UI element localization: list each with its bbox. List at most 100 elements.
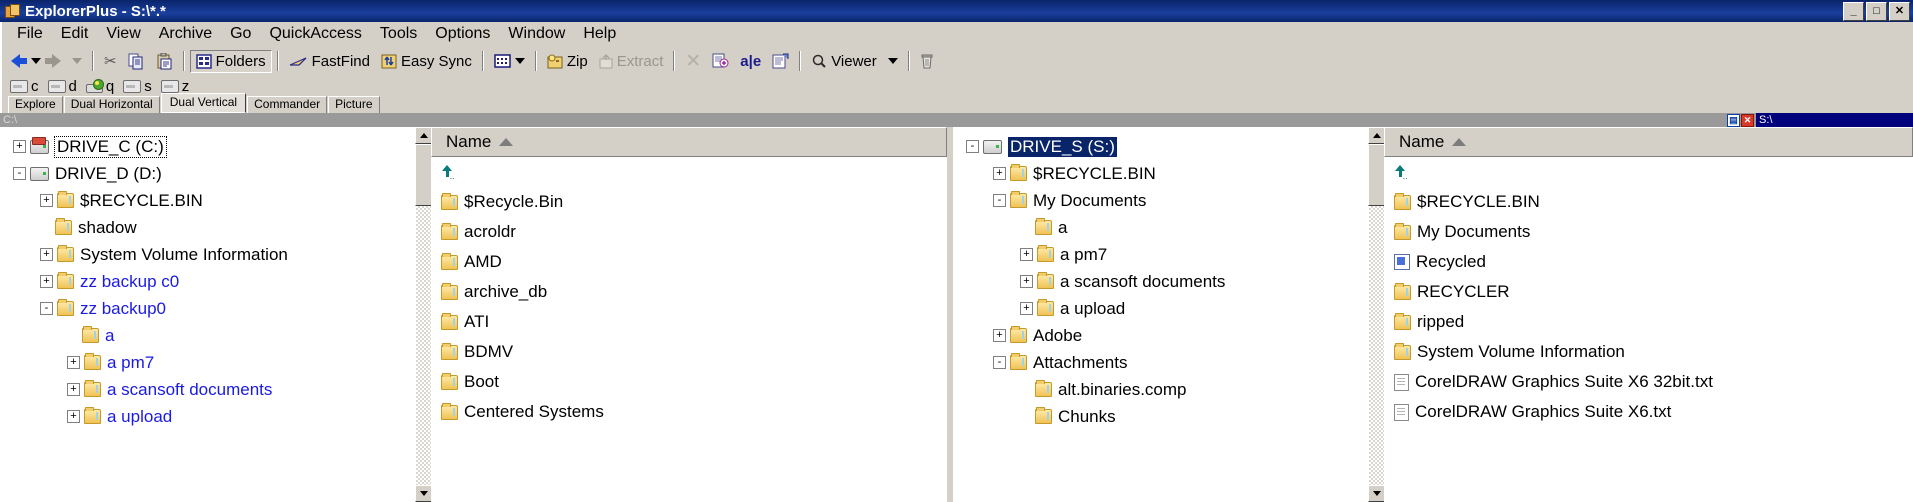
- maximize-button[interactable]: □: [1866, 2, 1887, 21]
- drive-button-q[interactable]: q: [86, 78, 120, 95]
- expander-plus-icon[interactable]: +: [1020, 275, 1033, 288]
- restore-icon[interactable]: ▤: [1727, 114, 1740, 127]
- menu-archive[interactable]: Archive: [150, 24, 221, 44]
- left-window-title-bar-right-part[interactable]: ▤ ✕: [953, 113, 1756, 127]
- scroll-down-button[interactable]: [1368, 485, 1385, 502]
- tree-item[interactable]: + zz backup c0: [0, 268, 415, 295]
- left-window-title-bar[interactable]: C:\: [0, 113, 953, 127]
- menu-options[interactable]: Options: [426, 24, 499, 44]
- right-tree-scrollbar[interactable]: [1368, 127, 1384, 502]
- viewer-button[interactable]: Viewer: [806, 51, 882, 72]
- expander-plus-icon[interactable]: +: [993, 167, 1006, 180]
- menu-view[interactable]: View: [97, 24, 149, 44]
- tree-item[interactable]: - Attachments: [953, 349, 1368, 376]
- tab-explore[interactable]: Explore: [8, 96, 63, 113]
- tree-item[interactable]: + a upload: [0, 403, 415, 430]
- expander-minus-icon[interactable]: -: [993, 356, 1006, 369]
- list-item[interactable]: ..: [431, 157, 947, 187]
- folders-button[interactable]: Folders: [190, 50, 272, 73]
- tree-item[interactable]: a: [0, 322, 415, 349]
- left-tree-pane[interactable]: + DRIVE_C (C:) - DRIVE_D (D:) + $RECYCLE…: [0, 127, 415, 502]
- tree-item[interactable]: alt.binaries.comp: [953, 376, 1368, 403]
- list-item[interactable]: ..: [1384, 157, 1913, 187]
- tree-item[interactable]: + a pm7: [0, 349, 415, 376]
- right-window-title-bar[interactable]: S:\: [1756, 113, 1913, 127]
- left-tree-scrollbar[interactable]: [415, 127, 431, 502]
- scroll-down-button[interactable]: [415, 485, 432, 502]
- menu-window[interactable]: Window: [499, 24, 574, 44]
- new-file-button[interactable]: [707, 51, 734, 71]
- drive-button-c[interactable]: c: [10, 78, 45, 95]
- left-file-list[interactable]: Name .. $Recycle.Bin acroldr AMD archive…: [431, 127, 947, 502]
- tab-dual-vertical[interactable]: Dual Vertical: [161, 93, 246, 113]
- menu-go[interactable]: Go: [221, 24, 260, 44]
- expander-plus-icon[interactable]: +: [67, 410, 80, 423]
- right-list-column-header[interactable]: Name: [1384, 127, 1913, 157]
- list-item[interactable]: Recycled: [1384, 247, 1913, 277]
- back-history-dropdown[interactable]: [26, 56, 46, 66]
- tree-item[interactable]: a: [953, 214, 1368, 241]
- list-item[interactable]: System Volume Information: [1384, 337, 1913, 367]
- expander-plus-icon[interactable]: +: [1020, 302, 1033, 315]
- list-item[interactable]: archive_db: [431, 277, 947, 307]
- close-icon[interactable]: ✕: [1741, 114, 1754, 127]
- tree-item[interactable]: + a scansoft documents: [953, 268, 1368, 295]
- window-title-bar[interactable]: ExplorerPlus - S:\*.* _ □ ✕: [0, 0, 1913, 22]
- expander-minus-icon[interactable]: -: [40, 302, 53, 315]
- drive-button-d[interactable]: d: [48, 78, 83, 95]
- tree-item[interactable]: + a pm7: [953, 241, 1368, 268]
- tree-item[interactable]: Chunks: [953, 403, 1368, 430]
- list-item[interactable]: ripped: [1384, 307, 1913, 337]
- expander-minus-icon[interactable]: -: [993, 194, 1006, 207]
- right-file-list[interactable]: Name .. $RECYCLE.BIN My Documents Recycl…: [1384, 127, 1913, 502]
- minimize-button[interactable]: _: [1843, 2, 1864, 21]
- paste-button[interactable]: [151, 51, 178, 72]
- properties-button[interactable]: [767, 51, 794, 71]
- list-item[interactable]: acroldr: [431, 217, 947, 247]
- expander-plus-icon[interactable]: +: [1020, 248, 1033, 261]
- list-item[interactable]: $RECYCLE.BIN: [1384, 187, 1913, 217]
- menu-tools[interactable]: Tools: [371, 24, 426, 44]
- close-button[interactable]: ✕: [1889, 2, 1910, 21]
- expander-plus-icon[interactable]: +: [67, 383, 80, 396]
- cut-button[interactable]: ✂: [99, 50, 122, 72]
- list-item[interactable]: RECYCLER: [1384, 277, 1913, 307]
- tree-item[interactable]: - zz backup0: [0, 295, 415, 322]
- scroll-up-button[interactable]: [1368, 127, 1385, 144]
- tree-item[interactable]: + System Volume Information: [0, 241, 415, 268]
- scroll-thumb[interactable]: [415, 144, 432, 206]
- drive-button-z[interactable]: z: [161, 78, 196, 95]
- list-item[interactable]: CorelDRAW Graphics Suite X6 32bit.txt: [1384, 367, 1913, 397]
- expander-plus-icon[interactable]: +: [13, 140, 26, 153]
- scroll-up-button[interactable]: [415, 127, 432, 144]
- back-button[interactable]: [6, 52, 25, 70]
- expander-minus-icon[interactable]: -: [966, 140, 979, 153]
- right-tree-pane[interactable]: - DRIVE_S (S:) + $RECYCLE.BIN - My Docum…: [953, 127, 1368, 502]
- expander-plus-icon[interactable]: +: [40, 275, 53, 288]
- drive-button-s[interactable]: s: [123, 78, 158, 95]
- viewer-dropdown[interactable]: [883, 56, 903, 66]
- tree-item[interactable]: shadow: [0, 214, 415, 241]
- list-item[interactable]: My Documents: [1384, 217, 1913, 247]
- tree-item[interactable]: + Adobe: [953, 322, 1368, 349]
- list-item[interactable]: CorelDRAW Graphics Suite X6.txt: [1384, 397, 1913, 427]
- tab-dual-horizontal[interactable]: Dual Horizontal: [64, 96, 160, 113]
- tree-item[interactable]: + a upload: [953, 295, 1368, 322]
- list-item[interactable]: AMD: [431, 247, 947, 277]
- menu-help[interactable]: Help: [574, 24, 625, 44]
- right-mdi-window[interactable]: ▤ ✕ S:\ - DRIVE_S (S:) +: [953, 113, 1913, 502]
- expander-plus-icon[interactable]: +: [993, 329, 1006, 342]
- expander-plus-icon[interactable]: +: [40, 194, 53, 207]
- menu-quickaccess[interactable]: QuickAccess: [260, 24, 370, 44]
- menu-edit[interactable]: Edit: [52, 24, 98, 44]
- view-mode-button[interactable]: [489, 52, 530, 70]
- tree-item[interactable]: + a scansoft documents: [0, 376, 415, 403]
- left-list-column-header[interactable]: Name: [431, 127, 947, 157]
- fastfind-button[interactable]: FastFind: [284, 51, 375, 72]
- left-mdi-window[interactable]: C:\ + DRIVE_C (C:) - DRIVE_D (D:): [0, 113, 953, 502]
- tree-item[interactable]: - My Documents: [953, 187, 1368, 214]
- list-item[interactable]: Boot: [431, 367, 947, 397]
- zip-button[interactable]: Zip: [542, 51, 593, 72]
- expander-plus-icon[interactable]: +: [67, 356, 80, 369]
- tree-item[interactable]: + $RECYCLE.BIN: [0, 187, 415, 214]
